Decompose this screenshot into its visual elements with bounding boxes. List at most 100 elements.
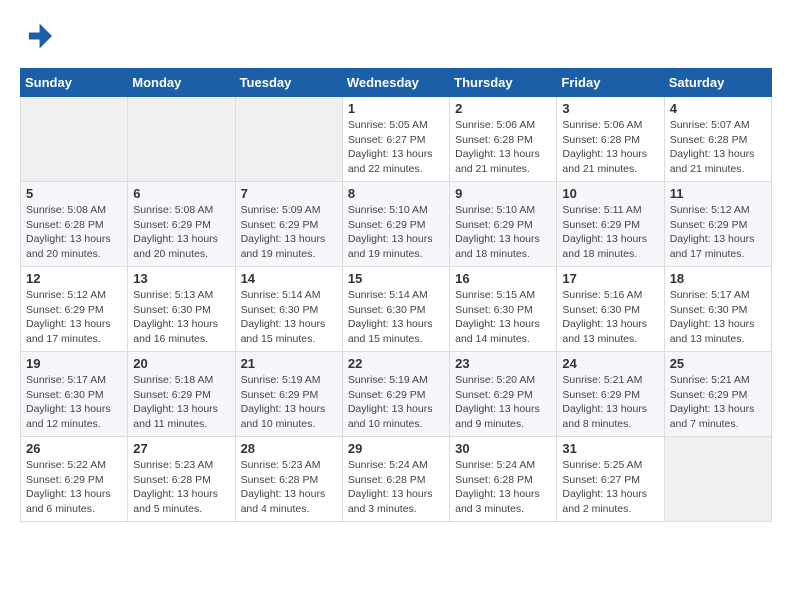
day-info: Sunrise: 5:25 AM Sunset: 6:27 PM Dayligh… — [562, 458, 658, 517]
calendar-week-row: 12 Sunrise: 5:12 AM Sunset: 6:29 PM Dayli… — [21, 267, 772, 352]
calendar-cell: 12 Sunrise: 5:12 AM Sunset: 6:29 PM Dayli… — [21, 267, 128, 352]
day-header-friday: Friday — [557, 69, 664, 97]
calendar-cell — [21, 97, 128, 182]
calendar-cell: 27 Sunrise: 5:23 AM Sunset: 6:28 PM Dayli… — [128, 437, 235, 522]
day-header-thursday: Thursday — [450, 69, 557, 97]
calendar-cell: 29 Sunrise: 5:24 AM Sunset: 6:28 PM Dayli… — [342, 437, 449, 522]
day-number: 18 — [670, 271, 766, 286]
calendar-cell: 10 Sunrise: 5:11 AM Sunset: 6:29 PM Dayli… — [557, 182, 664, 267]
day-info: Sunrise: 5:12 AM Sunset: 6:29 PM Dayligh… — [670, 203, 766, 262]
days-header-row: SundayMondayTuesdayWednesdayThursdayFrid… — [21, 69, 772, 97]
calendar-week-row: 5 Sunrise: 5:08 AM Sunset: 6:28 PM Daylig… — [21, 182, 772, 267]
day-info: Sunrise: 5:14 AM Sunset: 6:30 PM Dayligh… — [348, 288, 444, 347]
day-header-tuesday: Tuesday — [235, 69, 342, 97]
calendar-cell: 30 Sunrise: 5:24 AM Sunset: 6:28 PM Dayli… — [450, 437, 557, 522]
day-number: 2 — [455, 101, 551, 116]
calendar-cell: 18 Sunrise: 5:17 AM Sunset: 6:30 PM Dayli… — [664, 267, 771, 352]
day-number: 22 — [348, 356, 444, 371]
calendar-cell: 21 Sunrise: 5:19 AM Sunset: 6:29 PM Dayli… — [235, 352, 342, 437]
day-number: 15 — [348, 271, 444, 286]
day-number: 4 — [670, 101, 766, 116]
day-info: Sunrise: 5:10 AM Sunset: 6:29 PM Dayligh… — [348, 203, 444, 262]
day-number: 20 — [133, 356, 229, 371]
day-info: Sunrise: 5:08 AM Sunset: 6:28 PM Dayligh… — [26, 203, 122, 262]
calendar-cell: 22 Sunrise: 5:19 AM Sunset: 6:29 PM Dayli… — [342, 352, 449, 437]
day-number: 9 — [455, 186, 551, 201]
day-number: 7 — [241, 186, 337, 201]
day-number: 21 — [241, 356, 337, 371]
day-info: Sunrise: 5:18 AM Sunset: 6:29 PM Dayligh… — [133, 373, 229, 432]
day-number: 1 — [348, 101, 444, 116]
day-number: 27 — [133, 441, 229, 456]
day-info: Sunrise: 5:05 AM Sunset: 6:27 PM Dayligh… — [348, 118, 444, 177]
day-info: Sunrise: 5:19 AM Sunset: 6:29 PM Dayligh… — [241, 373, 337, 432]
day-info: Sunrise: 5:21 AM Sunset: 6:29 PM Dayligh… — [562, 373, 658, 432]
day-info: Sunrise: 5:22 AM Sunset: 6:29 PM Dayligh… — [26, 458, 122, 517]
day-number: 16 — [455, 271, 551, 286]
day-info: Sunrise: 5:19 AM Sunset: 6:29 PM Dayligh… — [348, 373, 444, 432]
calendar-cell — [664, 437, 771, 522]
day-number: 14 — [241, 271, 337, 286]
day-info: Sunrise: 5:06 AM Sunset: 6:28 PM Dayligh… — [562, 118, 658, 177]
calendar-cell — [235, 97, 342, 182]
calendar-cell: 17 Sunrise: 5:16 AM Sunset: 6:30 PM Dayli… — [557, 267, 664, 352]
day-info: Sunrise: 5:11 AM Sunset: 6:29 PM Dayligh… — [562, 203, 658, 262]
calendar-cell: 20 Sunrise: 5:18 AM Sunset: 6:29 PM Dayli… — [128, 352, 235, 437]
day-number: 30 — [455, 441, 551, 456]
day-info: Sunrise: 5:17 AM Sunset: 6:30 PM Dayligh… — [670, 288, 766, 347]
day-info: Sunrise: 5:07 AM Sunset: 6:28 PM Dayligh… — [670, 118, 766, 177]
day-number: 24 — [562, 356, 658, 371]
day-number: 3 — [562, 101, 658, 116]
calendar-cell: 25 Sunrise: 5:21 AM Sunset: 6:29 PM Dayli… — [664, 352, 771, 437]
calendar-week-row: 19 Sunrise: 5:17 AM Sunset: 6:30 PM Dayli… — [21, 352, 772, 437]
calendar-cell: 7 Sunrise: 5:09 AM Sunset: 6:29 PM Daylig… — [235, 182, 342, 267]
day-info: Sunrise: 5:09 AM Sunset: 6:29 PM Dayligh… — [241, 203, 337, 262]
day-info: Sunrise: 5:23 AM Sunset: 6:28 PM Dayligh… — [133, 458, 229, 517]
calendar-cell: 6Sunrise: 5:08 AM Sunset: 6:29 PM Daylig… — [128, 182, 235, 267]
day-info: Sunrise: 5:06 AM Sunset: 6:28 PM Dayligh… — [455, 118, 551, 177]
day-number: 19 — [26, 356, 122, 371]
day-info: Sunrise: 5:12 AM Sunset: 6:29 PM Dayligh… — [26, 288, 122, 347]
calendar-week-row: 26Sunrise: 5:22 AM Sunset: 6:29 PM Dayli… — [21, 437, 772, 522]
day-number: 5 — [26, 186, 122, 201]
day-number: 12 — [26, 271, 122, 286]
day-header-monday: Monday — [128, 69, 235, 97]
calendar-cell: 3 Sunrise: 5:06 AM Sunset: 6:28 PM Daylig… — [557, 97, 664, 182]
calendar-cell: 9 Sunrise: 5:10 AM Sunset: 6:29 PM Daylig… — [450, 182, 557, 267]
day-info: Sunrise: 5:10 AM Sunset: 6:29 PM Dayligh… — [455, 203, 551, 262]
day-header-wednesday: Wednesday — [342, 69, 449, 97]
day-info: Sunrise: 5:17 AM Sunset: 6:30 PM Dayligh… — [26, 373, 122, 432]
day-number: 28 — [241, 441, 337, 456]
calendar-cell: 11 Sunrise: 5:12 AM Sunset: 6:29 PM Dayli… — [664, 182, 771, 267]
calendar-cell: 14Sunrise: 5:14 AM Sunset: 6:30 PM Dayli… — [235, 267, 342, 352]
calendar-cell: 16Sunrise: 5:15 AM Sunset: 6:30 PM Dayli… — [450, 267, 557, 352]
day-number: 29 — [348, 441, 444, 456]
day-header-sunday: Sunday — [21, 69, 128, 97]
calendar-cell: 1 Sunrise: 5:05 AM Sunset: 6:27 PM Daylig… — [342, 97, 449, 182]
calendar-cell: 2 Sunrise: 5:06 AM Sunset: 6:28 PM Daylig… — [450, 97, 557, 182]
calendar-cell: 4 Sunrise: 5:07 AM Sunset: 6:28 PM Daylig… — [664, 97, 771, 182]
day-number: 25 — [670, 356, 766, 371]
calendar-cell: 15 Sunrise: 5:14 AM Sunset: 6:30 PM Dayli… — [342, 267, 449, 352]
day-number: 23 — [455, 356, 551, 371]
calendar-cell: 13Sunrise: 5:13 AM Sunset: 6:30 PM Dayli… — [128, 267, 235, 352]
day-info: Sunrise: 5:16 AM Sunset: 6:30 PM Dayligh… — [562, 288, 658, 347]
page-header — [20, 20, 772, 52]
day-info: Sunrise: 5:24 AM Sunset: 6:28 PM Dayligh… — [348, 458, 444, 517]
day-number: 10 — [562, 186, 658, 201]
calendar-cell: 26Sunrise: 5:22 AM Sunset: 6:29 PM Dayli… — [21, 437, 128, 522]
day-info: Sunrise: 5:24 AM Sunset: 6:28 PM Dayligh… — [455, 458, 551, 517]
day-number: 31 — [562, 441, 658, 456]
day-info: Sunrise: 5:20 AM Sunset: 6:29 PM Dayligh… — [455, 373, 551, 432]
calendar-cell — [128, 97, 235, 182]
day-number: 11 — [670, 186, 766, 201]
day-number: 17 — [562, 271, 658, 286]
day-info: Sunrise: 5:21 AM Sunset: 6:29 PM Dayligh… — [670, 373, 766, 432]
calendar-week-row: 1 Sunrise: 5:05 AM Sunset: 6:27 PM Daylig… — [21, 97, 772, 182]
logo-icon — [20, 20, 52, 52]
day-number: 13 — [133, 271, 229, 286]
calendar-cell: 19 Sunrise: 5:17 AM Sunset: 6:30 PM Dayli… — [21, 352, 128, 437]
calendar-cell: 31 Sunrise: 5:25 AM Sunset: 6:27 PM Dayli… — [557, 437, 664, 522]
calendar-cell: 28Sunrise: 5:23 AM Sunset: 6:28 PM Dayli… — [235, 437, 342, 522]
calendar-cell: 24 Sunrise: 5:21 AM Sunset: 6:29 PM Dayli… — [557, 352, 664, 437]
